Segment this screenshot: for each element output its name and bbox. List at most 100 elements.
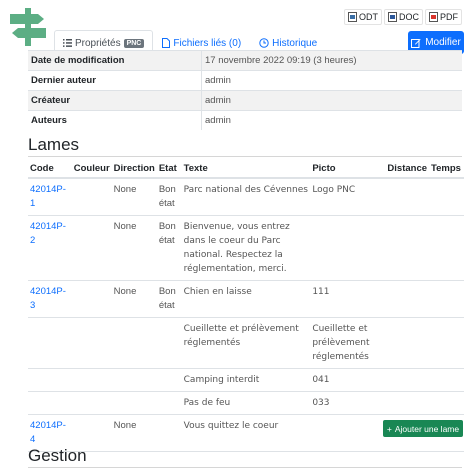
property-row: Créateur admin (28, 90, 462, 111)
lame-direction: None (111, 178, 157, 216)
table-row: 42014P-1 None Bon état Parc national des… (28, 178, 464, 216)
lame-code-link[interactable]: 42014P-2 (28, 215, 72, 281)
property-key: Date de modification (28, 50, 202, 71)
lame-couleur (71, 178, 112, 216)
tab-badge: PNC (123, 38, 145, 48)
lame-picto: 111 (310, 280, 386, 318)
property-value: admin (201, 110, 462, 130)
modifier-button-label: Modifier (425, 37, 461, 48)
table-row: 42014P-3 None Bon état Chien en laisse 1… (28, 280, 464, 318)
lame-temps (429, 317, 464, 369)
lame-direction: None (111, 280, 157, 318)
property-value: admin (201, 70, 462, 91)
lame-distance (385, 368, 430, 392)
lame-direction (111, 317, 157, 369)
header-temps[interactable]: Temps (429, 160, 464, 179)
header-texte[interactable]: Texte (181, 160, 311, 179)
lame-temps (429, 178, 464, 216)
list-icon (63, 39, 72, 47)
lame-distance (385, 317, 430, 369)
export-doc-button[interactable]: DOC (384, 9, 423, 25)
lame-direction: None (111, 215, 157, 281)
lame-distance (385, 391, 430, 415)
add-lame-button[interactable]: + Ajouter une lame (383, 420, 463, 437)
lame-couleur (71, 368, 112, 392)
table-row: 42014P-2 None Bon état Bienvenue, vous e… (28, 215, 464, 281)
property-key: Dernier auteur (28, 70, 202, 91)
lame-temps (429, 215, 464, 281)
lame-texte: Camping interdit (181, 368, 311, 392)
export-pdf-label: PDF (440, 12, 458, 22)
lame-distance (385, 280, 430, 318)
header-couleur[interactable]: Couleur (71, 160, 112, 179)
header-etat[interactable]: Etat (156, 160, 182, 179)
lame-direction (111, 368, 157, 392)
lame-texte: Bienvenue, vous entrez dans le coeur du … (181, 215, 311, 281)
lame-code-link[interactable] (28, 368, 72, 392)
property-value: admin (201, 90, 462, 111)
header-code[interactable]: Code (28, 160, 72, 179)
property-value: 17 novembre 2022 09:19 (3 heures) (201, 50, 462, 71)
gestion-heading: Gestion (28, 446, 462, 468)
lame-distance (385, 215, 430, 281)
lame-texte: Parc national des Cévennes (181, 178, 311, 216)
lame-couleur (71, 280, 112, 318)
lame-etat: Bon état (156, 280, 182, 318)
export-buttons: ODT DOC PDF (344, 9, 462, 25)
lames-heading: Lames (28, 135, 462, 157)
lame-etat (156, 368, 182, 392)
lame-picto: Cueillette et prélèvement réglementés (310, 317, 386, 369)
add-lame-label: Ajouter une lame (394, 423, 460, 434)
edit-icon (411, 38, 421, 48)
property-row: Auteurs admin (28, 110, 462, 130)
export-pdf-button[interactable]: PDF (425, 9, 462, 25)
lame-picto: 041 (310, 368, 386, 392)
lame-code-link[interactable] (28, 317, 72, 369)
lame-couleur (71, 391, 112, 415)
properties-table: Date de modification 17 novembre 2022 09… (28, 50, 462, 130)
lame-code-link[interactable] (28, 391, 72, 415)
lame-picto: Logo PNC (310, 178, 386, 216)
lame-etat: Bon état (156, 215, 182, 281)
export-odt-label: ODT (359, 12, 378, 22)
property-key: Auteurs (28, 110, 202, 130)
property-row: Dernier auteur admin (28, 70, 462, 91)
table-row: Camping interdit 041 (28, 368, 464, 392)
lame-distance (385, 178, 430, 216)
lame-temps (429, 280, 464, 318)
header-picto[interactable]: Picto (310, 160, 386, 179)
lame-texte: Pas de feu (181, 391, 311, 415)
property-key: Créateur (28, 90, 202, 111)
lame-etat (156, 391, 182, 415)
lame-picto (310, 215, 386, 281)
pdf-file-icon (429, 12, 438, 22)
tab-proprietes-label: Propriétés (75, 37, 121, 49)
export-odt-button[interactable]: ODT (344, 9, 382, 25)
property-row: Date de modification 17 novembre 2022 09… (28, 50, 462, 71)
plus-icon: + (386, 423, 392, 434)
lame-picto: 033 (310, 391, 386, 415)
tab-historique-label: Historique (272, 37, 318, 49)
clock-icon (259, 38, 269, 48)
lame-temps (429, 368, 464, 392)
odt-file-icon (348, 12, 357, 22)
lame-code-link[interactable]: 42014P-1 (28, 178, 72, 216)
lame-direction (111, 391, 157, 415)
lame-etat (156, 317, 182, 369)
table-row: Cueillette et prélèvement réglementés Cu… (28, 317, 464, 369)
header-direction[interactable]: Direction (111, 160, 157, 179)
lame-etat: Bon état (156, 178, 182, 216)
lame-texte: Chien en laisse (181, 280, 311, 318)
export-doc-label: DOC (399, 12, 419, 22)
header-distance[interactable]: Distance (385, 160, 430, 179)
lame-code-link[interactable]: 42014P-3 (28, 280, 72, 318)
file-icon (162, 38, 171, 48)
doc-file-icon (388, 12, 397, 22)
lames-table: Code Couleur Direction Etat Texte Picto … (28, 160, 464, 452)
tab-fichiers-lies-label: Fichiers liés (0) (173, 37, 242, 49)
lame-texte: Cueillette et prélèvement réglementés (181, 317, 311, 369)
lame-temps (429, 391, 464, 415)
lame-couleur (71, 317, 112, 369)
lames-header-row: Code Couleur Direction Etat Texte Picto … (28, 160, 464, 179)
lame-couleur (71, 215, 112, 281)
